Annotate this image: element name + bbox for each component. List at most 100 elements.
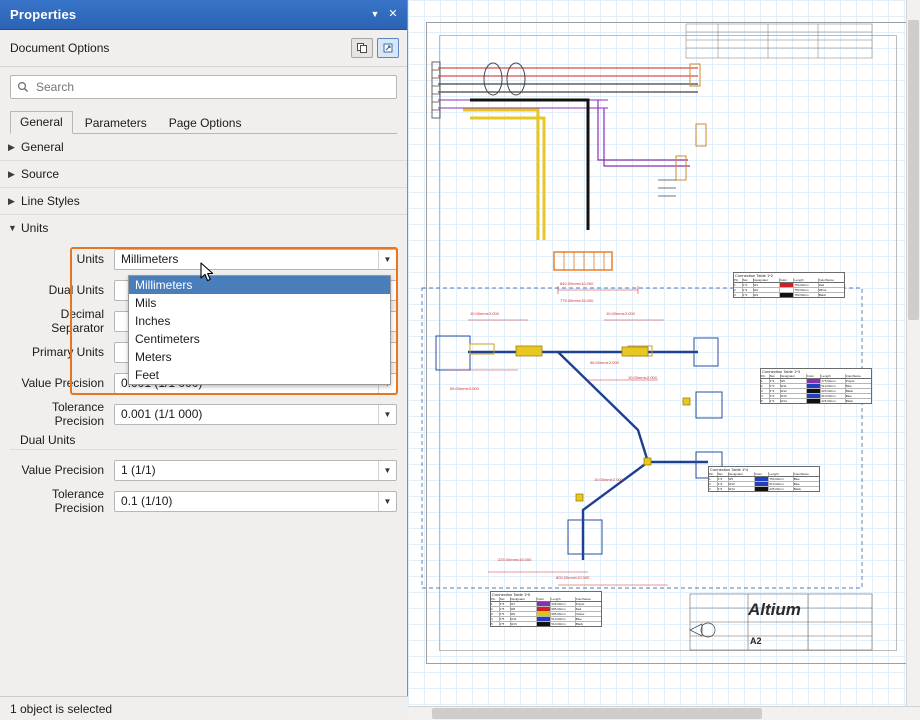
units-dropdown-list[interactable]: Millimeters Mils Inches Centimeters Mete… xyxy=(128,275,391,385)
th-length: Length xyxy=(794,278,818,282)
cell-pin: 5 xyxy=(761,399,770,403)
cell-net: 1*3 xyxy=(770,379,781,383)
field-units: Units Millimeters ▼ xyxy=(10,245,397,273)
schematic-canvas[interactable]: Connection Table 1*2 Pin Net Designator … xyxy=(408,0,920,720)
connection-table-3: Connection Table 1*4 Pin Net Designator … xyxy=(708,466,820,492)
dropdown-option-feet[interactable]: Feet xyxy=(129,366,390,384)
cell-length: 225.00mm xyxy=(821,399,845,403)
chevron-right-icon: ▶ xyxy=(8,196,18,207)
cell-color-swatch xyxy=(755,487,770,491)
dimension-label: 775.00mm±15.000 xyxy=(560,298,593,303)
section-units-label: Units xyxy=(21,221,48,235)
canvas-horizontal-scrollbar[interactable] xyxy=(408,706,920,720)
units-combobox[interactable]: Millimeters ▼ xyxy=(114,249,397,270)
cell-net: 1*4 xyxy=(718,477,729,481)
field-tolerance-precision-label: Tolerance Precision xyxy=(10,400,114,428)
cell-length: 985.00mm xyxy=(551,607,575,611)
chevron-down-icon[interactable]: ▼ xyxy=(378,405,396,424)
dropdown-option-millimeters[interactable]: Millimeters xyxy=(129,276,390,294)
th-colorname: ColorName xyxy=(819,278,844,282)
cell-color-swatch xyxy=(807,379,822,383)
canvas-vertical-scrollbar[interactable] xyxy=(906,0,920,720)
cell-length: 225.00mm xyxy=(769,487,793,491)
cell-designator: W3 xyxy=(754,293,780,297)
cell-pin: 2 xyxy=(734,288,743,292)
cell-designator: W14 xyxy=(729,487,755,491)
chevron-down-icon[interactable]: ▼ xyxy=(378,492,396,511)
dimension-label: 10.00mm±2.000 xyxy=(606,311,635,316)
chevron-down-icon[interactable]: ▼ xyxy=(378,250,396,269)
dropdown-option-inches[interactable]: Inches xyxy=(129,312,390,330)
cell-color-swatch xyxy=(780,288,795,292)
th-color: Color xyxy=(755,472,770,476)
dual-value-precision-combobox[interactable]: 1 (1/1) ▼ xyxy=(114,460,397,481)
altium-logo: Altium xyxy=(748,600,801,620)
tab-parameters[interactable]: Parameters xyxy=(75,112,157,134)
th-net: Net xyxy=(500,597,511,601)
cell-net: 1*2 xyxy=(743,283,754,287)
dimension-label: 10.00mm±2.000 xyxy=(628,375,657,380)
wiring-harness-drawing xyxy=(408,0,920,720)
cell-designator: W11 xyxy=(511,617,537,621)
cell-net: 1*3 xyxy=(770,384,781,388)
th-net: Net xyxy=(743,278,754,282)
th-colorname: ColorName xyxy=(576,597,601,601)
cell-pin: 2 xyxy=(761,384,770,388)
field-tolerance-precision: Tolerance Precision 0.001 (1/1 000) ▼ xyxy=(10,400,397,428)
cell-net: 1*2 xyxy=(743,288,754,292)
chevron-down-icon[interactable]: ▼ xyxy=(378,461,396,480)
table-row: 5 1*5 W13 510.00mm Black xyxy=(491,622,601,626)
cell-length: 750.00mm xyxy=(769,477,793,481)
cell-length: 225.00mm xyxy=(821,389,845,393)
cell-designator: W11 xyxy=(781,384,807,388)
search-input[interactable] xyxy=(34,79,390,95)
cell-length: 510.00mm xyxy=(769,482,793,486)
connection-table-1: Connection Table 1*2 Pin Net Designator … xyxy=(733,272,845,298)
cell-pin: 1 xyxy=(734,283,743,287)
pin-icon[interactable] xyxy=(377,38,399,58)
canvas-vertical-scroll-thumb[interactable] xyxy=(908,20,919,320)
section-source-label: Source xyxy=(21,167,59,181)
cell-pin: 3 xyxy=(761,389,770,393)
tolerance-precision-combobox[interactable]: 0.001 (1/1 000) ▼ xyxy=(114,404,397,425)
cell-net: 1*3 xyxy=(770,399,781,403)
cell-pin: 4 xyxy=(761,394,770,398)
dropdown-option-centimeters[interactable]: Centimeters xyxy=(129,330,390,348)
cell-designator: W13 xyxy=(781,394,807,398)
dropdown-option-mils[interactable]: Mils xyxy=(129,294,390,312)
search-box[interactable] xyxy=(10,75,397,99)
cell-pin: 2 xyxy=(491,607,500,611)
cell-length: 985.00mm xyxy=(551,612,575,616)
panel-title-bar: Properties ▼ ✕ xyxy=(0,0,407,30)
chevron-down-icon[interactable]: ▼ xyxy=(367,7,383,23)
section-general[interactable]: ▶ General xyxy=(0,134,407,161)
section-units[interactable]: ▼ Units xyxy=(0,215,407,241)
tab-page-options[interactable]: Page Options xyxy=(159,112,252,134)
cell-colorname: Black xyxy=(794,487,819,491)
dual-tolerance-precision-combobox[interactable]: 0.1 (1/10) ▼ xyxy=(114,491,397,512)
cell-length: 750.00mm xyxy=(794,293,818,297)
panel-title-text: Properties xyxy=(10,7,365,22)
cell-length: 510.00mm xyxy=(551,617,575,621)
cell-net: 1*4 xyxy=(718,482,729,486)
cell-designator: W12 xyxy=(781,389,807,393)
dimension-label: 225.00mm±15.000 xyxy=(498,557,531,562)
th-colorname: ColorName xyxy=(794,472,819,476)
cell-color-swatch xyxy=(537,602,552,606)
close-icon[interactable]: ✕ xyxy=(385,7,401,23)
dropdown-option-meters[interactable]: Meters xyxy=(129,348,390,366)
cell-length: 510.00mm xyxy=(551,622,575,626)
section-line-styles[interactable]: ▶ Line Styles xyxy=(0,188,407,215)
copy-icon[interactable] xyxy=(351,38,373,58)
tab-general[interactable]: General xyxy=(10,111,73,134)
cell-pin: 1 xyxy=(491,602,500,606)
canvas-horizontal-scroll-thumb[interactable] xyxy=(432,708,762,719)
th-color: Color xyxy=(537,597,552,601)
cell-pin: 1 xyxy=(761,379,770,383)
units-combobox-value: Millimeters xyxy=(115,252,378,266)
properties-panel: Properties ▼ ✕ Document Options xyxy=(0,0,408,720)
section-source[interactable]: ▶ Source xyxy=(0,161,407,188)
cell-designator: W9 xyxy=(511,612,537,616)
th-length: Length xyxy=(551,597,575,601)
cell-colorname: Purple xyxy=(576,602,601,606)
